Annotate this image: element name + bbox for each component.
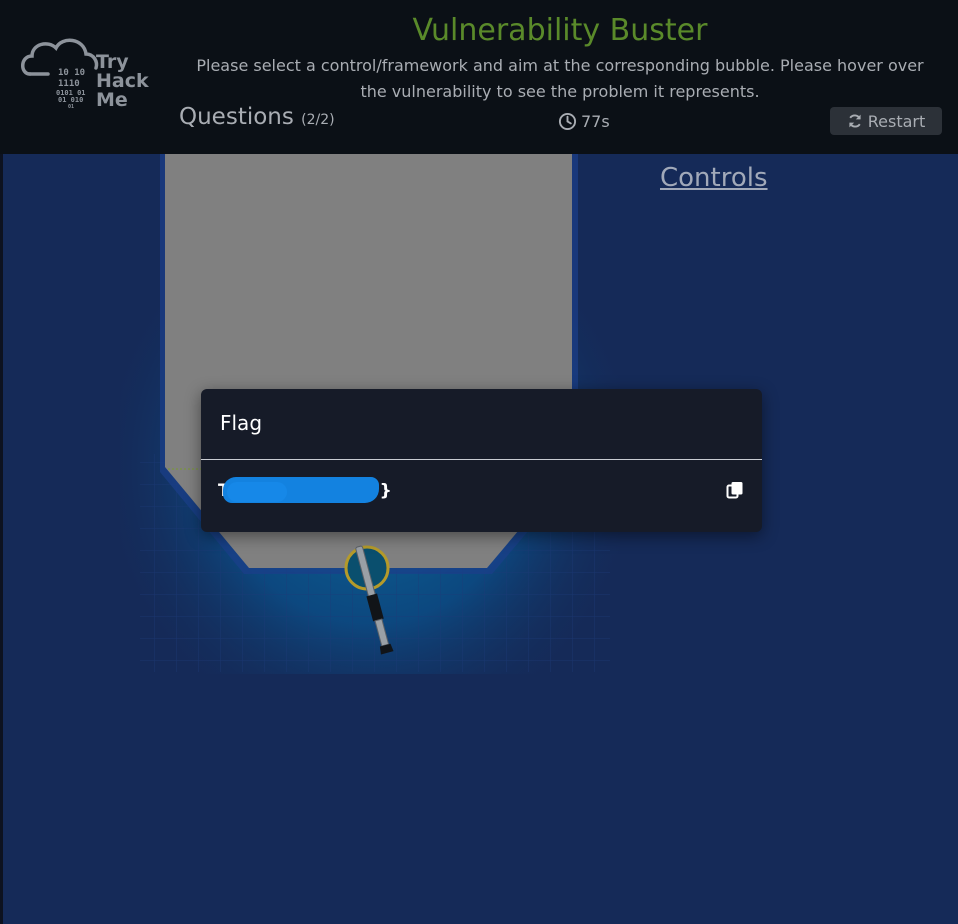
logo-binary-1: 10 10 [58, 68, 85, 78]
modal-divider [201, 459, 762, 460]
copy-icon[interactable] [726, 481, 744, 499]
flag-modal: Flag T} [201, 389, 762, 532]
flag-suffix: } [379, 481, 392, 501]
left-edge-divider [0, 154, 3, 924]
refresh-icon [849, 114, 861, 128]
top-header: 10 10 1110 0101 01 01 010 01 Try Hack Me… [0, 0, 958, 154]
timer: 77s [558, 112, 610, 131]
logo-word-me: Me [96, 89, 128, 111]
instructions-line-2: the vulnerability to see the problem it … [360, 82, 760, 101]
logo-binary-2: 1110 [58, 79, 80, 89]
modal-title: Flag [220, 411, 263, 435]
timer-value: 77s [581, 112, 610, 131]
clock-icon [558, 112, 577, 131]
restart-label: Restart [867, 111, 926, 131]
restart-button[interactable]: Restart [830, 107, 942, 135]
questions-count: (2/2) [301, 112, 335, 128]
instructions-line-1: Please select a control/framework and ai… [196, 56, 924, 75]
instructions-text: Please select a control/framework and ai… [180, 53, 940, 105]
page-title: Vulnerability Buster [412, 13, 708, 48]
questions-label: Questions [179, 104, 294, 130]
controls-link[interactable]: Controls [660, 163, 768, 193]
flag-redaction-stroke [227, 482, 287, 502]
logo-binary-4: 01 010 [58, 96, 83, 104]
game-canvas[interactable] [0, 154, 958, 924]
logo-brand-text: Try Hack Me [96, 53, 149, 110]
questions-progress: Questions (2/2) [179, 104, 335, 130]
logo-binary-5: 01 [68, 104, 74, 110]
